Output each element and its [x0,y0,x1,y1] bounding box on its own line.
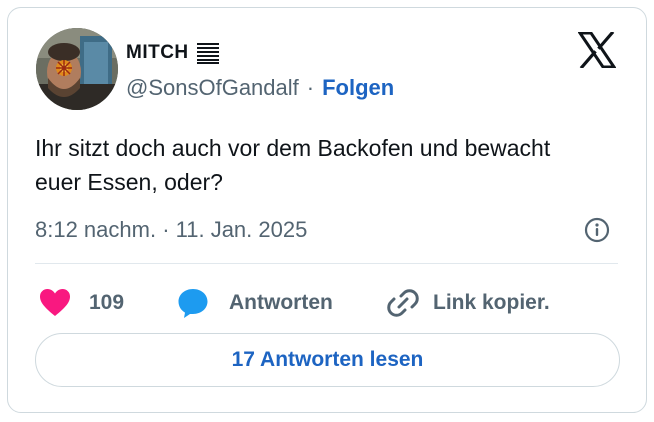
like-count: 109 [89,291,125,314]
author-handle-row: @SonsOfGandalf · Folgen [126,74,394,102]
avatar[interactable] [36,28,118,110]
reply-label: Antworten [229,291,333,314]
info-icon[interactable] [584,217,610,243]
avatar-image [36,28,118,110]
reply-button[interactable]: Antworten [177,282,333,324]
read-replies-button[interactable]: 17 Antworten lesen [35,333,620,387]
action-bar: 109 Antworten Link kopier. [35,282,635,324]
x-logo-icon[interactable] [577,30,617,70]
tweet-timestamp[interactable]: 8:12 nachm. · 11. Jan. 2025 [35,215,307,245]
like-button[interactable]: 109 [39,282,124,324]
speech-bubble-icon [178,289,208,318]
link-icon [387,289,419,317]
author-display-name[interactable]: MITCH [126,42,189,64]
separator-dot: · [306,75,315,100]
copy-link-label: Link kopier. [433,291,550,314]
lines-icon [196,42,219,64]
copy-link-button[interactable]: Link kopier. [387,282,550,324]
divider [35,263,618,264]
follow-button[interactable]: Folgen [322,75,394,101]
author-name-row[interactable]: MITCH [126,41,219,65]
tweet-text: Ihr sitzt doch auch vor dem Backofen und… [35,135,551,195]
tweet-card: MITCH @SonsOfGandalf · Folgen Ihr sitzt … [7,7,647,413]
author-handle[interactable]: @SonsOfGandalf [126,75,299,101]
heart-icon [40,289,70,316]
